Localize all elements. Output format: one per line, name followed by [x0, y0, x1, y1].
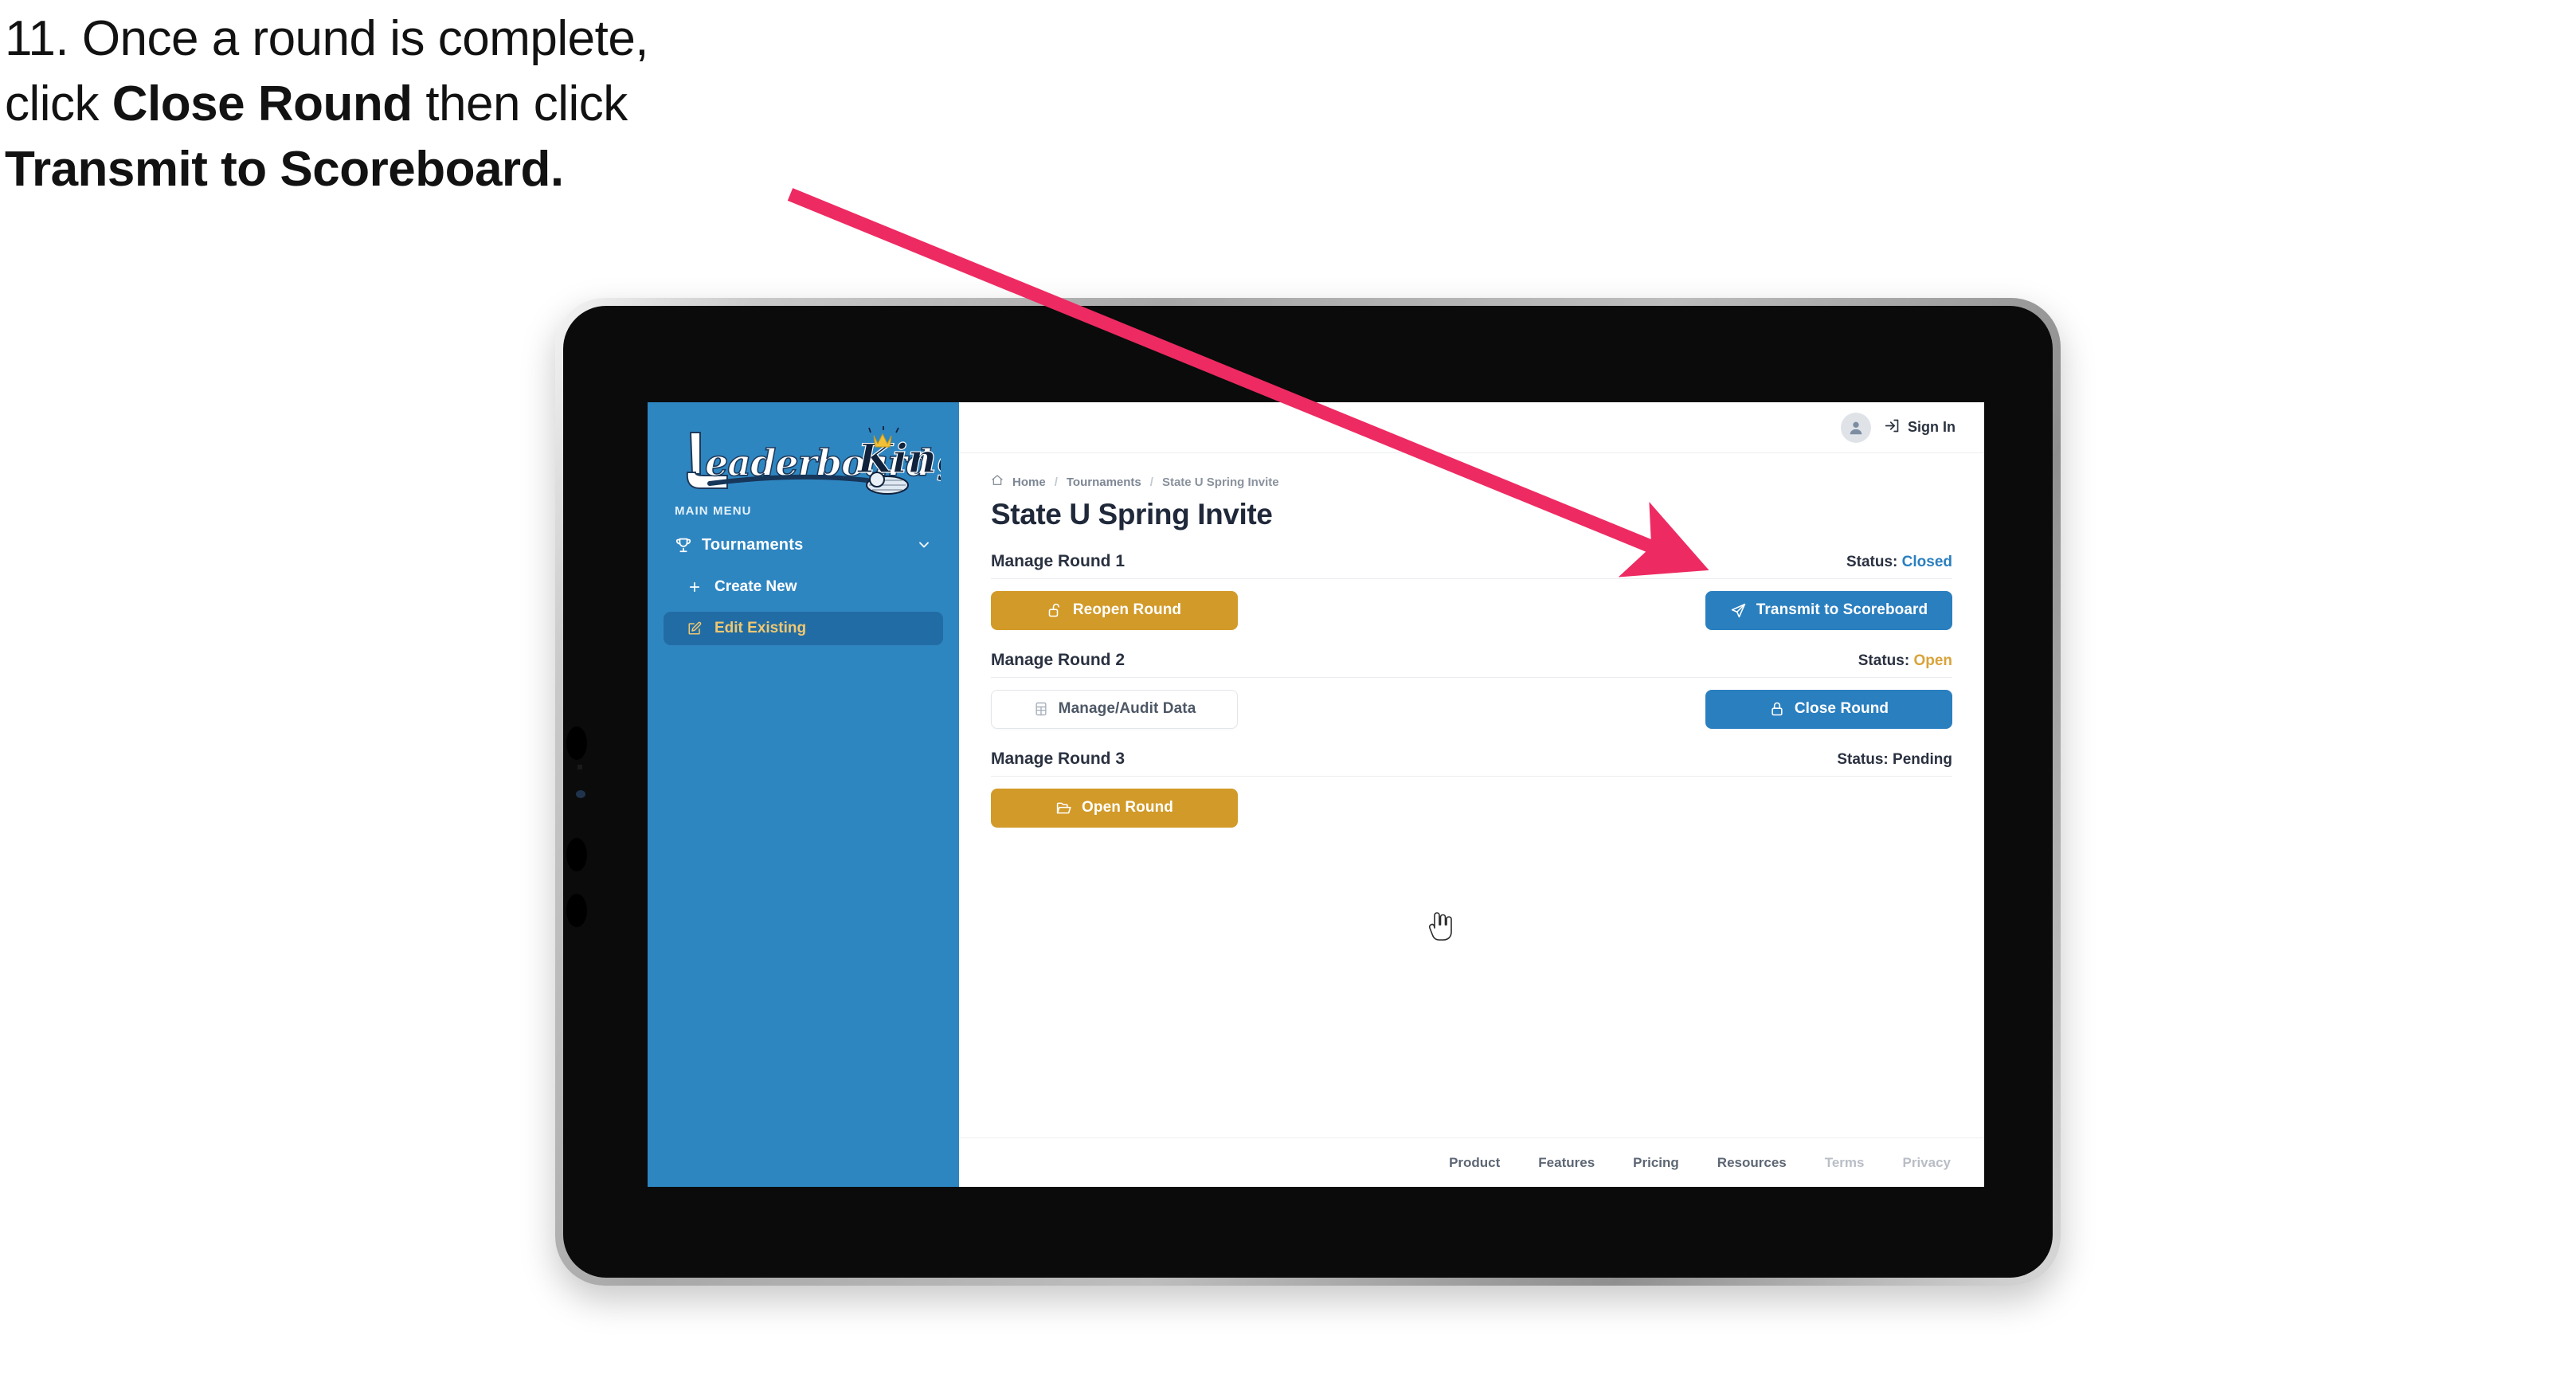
breadcrumb-item-tournaments[interactable]: Tournaments [1067, 476, 1141, 489]
manage-audit-data-label: Manage/Audit Data [1058, 700, 1196, 717]
sidebar-item-edit-existing-label: Edit Existing [714, 620, 807, 636]
chevron-down-icon[interactable] [916, 537, 932, 553]
caption-line-2-bold: Close Round [112, 76, 413, 131]
grid-table-icon [1033, 701, 1049, 717]
round-block-1: Manage Round 1 Status: Closed Reopen Rou… [991, 552, 1952, 630]
user-avatar-icon[interactable] [1841, 412, 1871, 443]
sidebar-item-create-new-label: Create New [714, 578, 797, 595]
tablet-indicator-led [576, 790, 585, 798]
tablet-volume-down-button [566, 838, 587, 871]
svg-text:King: King [856, 435, 941, 482]
round-2-name: Manage Round 2 [991, 651, 1126, 669]
sidebar: eaderboard King [648, 402, 959, 1187]
open-round-label: Open Round [1082, 799, 1173, 816]
sign-in-arrow-icon [1884, 417, 1901, 438]
round-1-status-label: Status: [1846, 554, 1898, 570]
lock-icon [1769, 701, 1785, 717]
round-1-actions: Reopen Round Transmit to Scoreboard [991, 590, 1952, 630]
reopen-round-button[interactable]: Reopen Round [991, 590, 1238, 630]
footer-links: Product Features Pricing Resources Terms… [959, 1137, 1984, 1187]
caption-line-3: Transmit to Scoreboard. [5, 145, 881, 194]
tablet-power-button [566, 894, 587, 927]
footer-link-features[interactable]: Features [1538, 1155, 1595, 1171]
plus-icon [687, 580, 714, 594]
app-screen: eaderboard King [648, 402, 1984, 1187]
round-block-3: Manage Round 3 Status: Pending Open Roun… [991, 750, 1952, 828]
trophy-icon [675, 536, 702, 554]
round-3-status-label: Status: [1837, 751, 1889, 768]
round-1-name: Manage Round 1 [991, 552, 1126, 570]
sidebar-item-tournaments[interactable]: Tournaments [664, 527, 943, 562]
tablet-mic-hole [577, 765, 582, 769]
transmit-to-scoreboard-button[interactable]: Transmit to Scoreboard [1705, 590, 1952, 630]
caption-line-2: click Close Round then click [5, 80, 881, 129]
pencil-edit-icon [687, 621, 714, 636]
main-panel: Sign In Home / Tournaments / State U Spr… [959, 402, 1984, 1187]
round-3-status-value: Pending [1893, 751, 1952, 768]
app-logo[interactable]: eaderboard King [648, 402, 959, 495]
round-1-status-value: Closed [1901, 554, 1952, 570]
tablet-volume-up-button [566, 726, 587, 760]
round-1-status: Status: Closed [1846, 554, 1952, 571]
round-2-status: Status: Open [1858, 652, 1952, 670]
caption-line-2-suffix: then click [412, 76, 628, 131]
sign-in-button[interactable]: Sign In [1884, 417, 1955, 438]
footer-link-pricing[interactable]: Pricing [1633, 1155, 1679, 1171]
sidebar-item-edit-existing[interactable]: Edit Existing [664, 612, 943, 645]
sidebar-section-label: MAIN MENU [675, 504, 752, 518]
screenshot-stage: 11. Once a round is complete, click Clos… [0, 0, 2576, 1386]
footer-link-resources[interactable]: Resources [1717, 1155, 1787, 1171]
footer-link-privacy[interactable]: Privacy [1903, 1155, 1952, 1171]
sign-in-label: Sign In [1908, 419, 1955, 435]
round-3-actions: Open Round [991, 788, 1952, 828]
reopen-round-label: Reopen Round [1072, 601, 1182, 618]
send-paper-plane-icon [1730, 602, 1747, 619]
home-icon[interactable] [991, 474, 1004, 490]
footer-link-terms[interactable]: Terms [1825, 1155, 1865, 1171]
caption-line-2-prefix: click [5, 76, 112, 131]
caption-line-3-bold: Transmit to Scoreboard. [5, 142, 564, 197]
breadcrumb-item-current: State U Spring Invite [1161, 475, 1279, 489]
page-title: State U Spring Invite [991, 498, 1273, 531]
tablet-screen-bezel: eaderboard King [563, 306, 2053, 1278]
manage-audit-data-button[interactable]: Manage/Audit Data [991, 689, 1238, 729]
sidebar-item-tournaments-label: Tournaments [702, 535, 804, 554]
round-2-actions: Manage/Audit Data Close Round [991, 689, 1952, 729]
leaderboard-king-logo-graphic: eaderboard King [686, 426, 941, 495]
round-2-header: Manage Round 2 Status: Open [991, 651, 1952, 678]
top-bar: Sign In [959, 402, 1984, 453]
round-block-2: Manage Round 2 Status: Open Manage/Audit… [991, 651, 1952, 729]
caption-line-1: 11. Once a round is complete, [5, 11, 649, 66]
instruction-caption: 11. Once a round is complete, click Clos… [5, 14, 881, 210]
round-3-header: Manage Round 3 Status: Pending [991, 750, 1952, 777]
unlock-icon [1047, 602, 1063, 618]
round-1-header: Manage Round 1 Status: Closed [991, 552, 1952, 579]
breadcrumb-separator: / [1149, 475, 1153, 489]
round-2-status-label: Status: [1858, 652, 1910, 669]
round-3-status: Status: Pending [1837, 751, 1952, 769]
open-round-button[interactable]: Open Round [991, 788, 1238, 828]
sidebar-item-create-new[interactable]: Create New [664, 570, 943, 604]
close-round-label: Close Round [1794, 700, 1889, 717]
open-folder-icon [1055, 800, 1072, 816]
transmit-to-scoreboard-label: Transmit to Scoreboard [1756, 601, 1928, 618]
footer-link-product[interactable]: Product [1449, 1155, 1500, 1171]
breadcrumb: Home / Tournaments / State U Spring Invi… [991, 474, 1952, 490]
round-2-status-value: Open [1913, 652, 1952, 669]
breadcrumb-separator: / [1054, 475, 1058, 489]
round-3-name: Manage Round 3 [991, 750, 1126, 768]
main-content: Home / Tournaments / State U Spring Invi… [959, 453, 1984, 1137]
close-round-button[interactable]: Close Round [1705, 689, 1952, 729]
tablet-device-frame: eaderboard King [555, 298, 2061, 1286]
breadcrumb-item-home[interactable]: Home [1012, 476, 1046, 489]
